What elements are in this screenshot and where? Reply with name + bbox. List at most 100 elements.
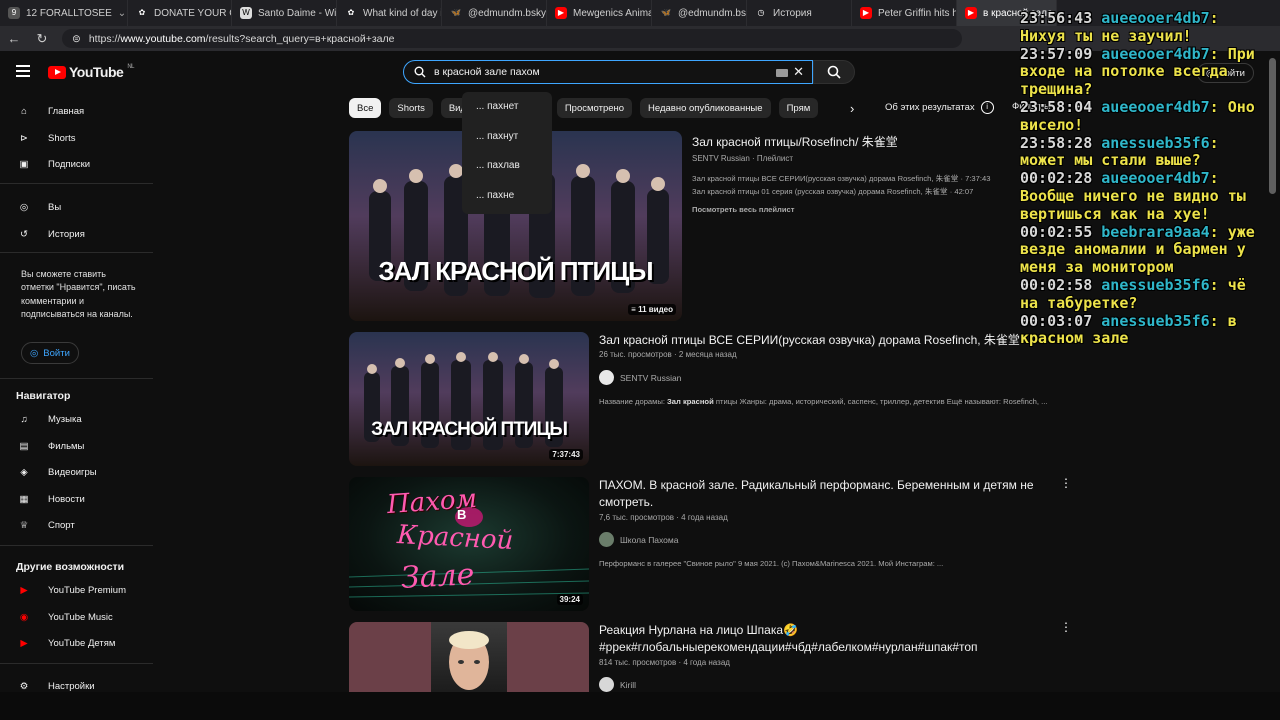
divider xyxy=(0,252,153,253)
browser-tab[interactable]: 🦋 @edmundm.bsky xyxy=(652,0,747,26)
sidebar-item-shorts[interactable]: ⊳ Shorts xyxy=(16,128,75,148)
thumbnail-art-text: Красной xyxy=(396,519,515,557)
browser-tab[interactable]: ✿ What kind of day is xyxy=(337,0,442,26)
suggestion-item[interactable]: ... пахнут xyxy=(462,128,552,158)
browser-tab[interactable]: ▶ Mewgenics Animat xyxy=(547,0,652,26)
video-thumbnail[interactable] xyxy=(349,622,589,692)
navigator-heading: Навигатор xyxy=(16,390,71,402)
tab-label: What kind of day is xyxy=(363,7,442,19)
chip-shorts[interactable]: Shorts xyxy=(389,98,433,118)
url-field[interactable]: ⊜ https://www.youtube.com/results?search… xyxy=(62,29,962,48)
sidebar-item-label: YouTube Premium xyxy=(48,584,126,596)
sidebar-item-music[interactable]: ♫ Музыка xyxy=(16,409,81,429)
chevron-down-icon[interactable]: ⌄ xyxy=(118,8,126,19)
browser-tab[interactable]: ◷ История xyxy=(747,0,852,26)
site-info-icon[interactable]: ⊜ xyxy=(72,33,81,45)
browser-tab[interactable]: ✿ DONATE YOUR GA xyxy=(128,0,232,26)
search-suggestions: ... пахнет ... пахнут ... пахлав ... пах… xyxy=(462,92,552,214)
channel-link[interactable]: SENTV Russian xyxy=(599,370,681,385)
video-description: Название дорамы: Зал красной птицы Жанры… xyxy=(599,397,1048,406)
sidebar-item-you[interactable]: ◎ Вы xyxy=(16,197,61,217)
sidebar-item-premium[interactable]: ▶ YouTube Premium xyxy=(16,580,126,600)
thumbnail-art-text: Зале xyxy=(400,557,476,596)
youtube-premium-icon: ▶ xyxy=(20,584,28,596)
browser-tab[interactable]: W Santo Daime - Wik xyxy=(232,0,337,26)
clear-search-icon[interactable]: ✕ xyxy=(793,64,804,80)
video-duration: 39:24 xyxy=(556,594,583,605)
suggestion-item[interactable]: ... пахнет xyxy=(462,98,552,128)
chip-watched[interactable]: Просмотрено xyxy=(556,98,633,118)
browser-tab[interactable]: ▶ Peter Griffin hits h xyxy=(852,0,957,26)
thumbnail-overlay-text: ЗАЛ КРАСНОЙ ПТИЦЫ xyxy=(371,419,568,440)
playlist-channel[interactable]: SENTV Russian · Плейлист xyxy=(692,154,793,163)
chat-message: 23:58:04 aueeooer4db7: Оно висело! xyxy=(1020,97,1255,134)
tab-label: @edmundm.bsky xyxy=(678,7,746,19)
search-icon xyxy=(414,66,426,78)
sidebar-item-films[interactable]: ▤ Фильмы xyxy=(16,436,85,456)
tab-label: Mewgenics Animat xyxy=(573,7,652,19)
video-stats: 26 тыс. просмотров · 2 месяца назад xyxy=(599,350,737,359)
sidebar-item-history[interactable]: ↺ История xyxy=(16,224,85,244)
search-input[interactable]: в красной зале пахом ✕ xyxy=(403,60,813,84)
playlist-count: ≡ 11 видео xyxy=(628,304,676,315)
search-button[interactable] xyxy=(813,60,855,84)
sidebar-item-games[interactable]: ◈ Видеоигры xyxy=(16,462,96,482)
search-value: в красной зале пахом xyxy=(434,66,540,78)
chat-message: 23:58:28 anessueb35f6: может мы стали вы… xyxy=(1020,133,1219,170)
tab-label: 12 FORALLTOSEE xyxy=(26,7,112,19)
result-title[interactable]: ПАХОМ. В красной зале. Радикальный перфо… xyxy=(599,477,1049,511)
browser-tab[interactable]: 9 12 FORALLTOSEE ⌄ xyxy=(0,0,128,26)
youtube-logo[interactable]: YouTube NL xyxy=(48,64,134,80)
video-thumbnail[interactable]: Пахом В Красной Зале 39:24 xyxy=(349,477,589,611)
result-title[interactable]: Зал красной птицы ВСЕ СЕРИИ(русская озву… xyxy=(599,332,1020,349)
youtube-icon: ▶ xyxy=(860,7,872,19)
bluesky-icon: 🦋 xyxy=(451,8,461,17)
playlist-entry[interactable]: Зал красной птицы 01 серия (русская озву… xyxy=(692,186,973,197)
sidebar-item-sport[interactable]: ♕ Спорт xyxy=(16,515,75,535)
about-results-label: Об этих результатах xyxy=(885,102,975,113)
chat-message: 00:03:07 anessueb35f6: в красном зале xyxy=(1020,311,1237,348)
sidebar-item-news[interactable]: ▦ Новости xyxy=(16,489,85,509)
sidebar-signin-button[interactable]: ◎ Войти xyxy=(21,342,79,364)
counter-badge-icon: 9 xyxy=(8,7,20,19)
trophy-icon: ♕ xyxy=(19,519,29,531)
suggestion-item[interactable]: ... пахлав xyxy=(462,157,552,187)
thumbnail-image xyxy=(364,352,563,450)
divider xyxy=(0,378,153,379)
result-title[interactable]: Зал красной птицы/Rosefinch/ 朱雀堂 xyxy=(692,134,1022,151)
news-icon: ▦ xyxy=(19,493,29,505)
youtube-kids-icon: ▶ xyxy=(20,637,28,649)
reload-icon[interactable]: ↻ xyxy=(28,31,56,47)
video-duration: 7:37:43 xyxy=(549,449,583,460)
scrollbar[interactable] xyxy=(1269,58,1276,194)
subscriptions-icon: ▣ xyxy=(19,158,29,170)
about-results[interactable]: Об этих результатах i xyxy=(885,101,994,114)
site-icon: ✿ xyxy=(347,8,355,17)
sidebar-item-music-app[interactable]: ◉ YouTube Music xyxy=(16,607,113,627)
sidebar-item-kids[interactable]: ▶ YouTube Детям xyxy=(16,633,115,653)
chip-live[interactable]: Прям xyxy=(778,98,819,118)
thumbnail-face xyxy=(449,631,489,690)
keyboard-icon[interactable] xyxy=(776,69,788,77)
more-actions-icon[interactable]: ⋮ xyxy=(1060,620,1072,634)
back-icon[interactable]: ← xyxy=(0,31,28,46)
view-full-playlist-link[interactable]: Посмотреть весь плейлист xyxy=(692,205,795,214)
gamepad-icon: ◈ xyxy=(20,466,28,478)
channel-link[interactable]: Kirill xyxy=(599,677,636,692)
chip-recent[interactable]: Недавно опубликованные xyxy=(640,98,771,118)
more-actions-icon[interactable]: ⋮ xyxy=(1060,476,1072,490)
thumbnail-art-text: В xyxy=(457,507,467,522)
sidebar-item-home[interactable]: ⌂ Главная xyxy=(16,101,84,121)
video-thumbnail[interactable]: ЗАЛ КРАСНОЙ ПТИЦЫ 7:37:43 xyxy=(349,332,589,466)
browser-tab[interactable]: 🦋 @edmundm.bsky xyxy=(442,0,547,26)
user-circle-icon: ◎ xyxy=(19,201,29,213)
suggestion-item[interactable]: ... пахне xyxy=(462,187,552,217)
chip-all[interactable]: Все xyxy=(349,98,382,118)
sidebar-item-subscriptions[interactable]: ▣ Подписки xyxy=(16,154,91,174)
channel-link[interactable]: Школа Пахома xyxy=(599,532,678,547)
result-title[interactable]: Реакция Нурлана на лицо Шпака🤣 #ррек#гло… xyxy=(599,622,1049,656)
menu-icon[interactable] xyxy=(16,65,30,77)
other-heading: Другие возможности xyxy=(16,561,125,573)
playlist-entry[interactable]: Зал красной птицы ВСЕ СЕРИИ(русская озву… xyxy=(692,173,990,184)
chevron-right-icon[interactable]: › xyxy=(850,101,854,116)
